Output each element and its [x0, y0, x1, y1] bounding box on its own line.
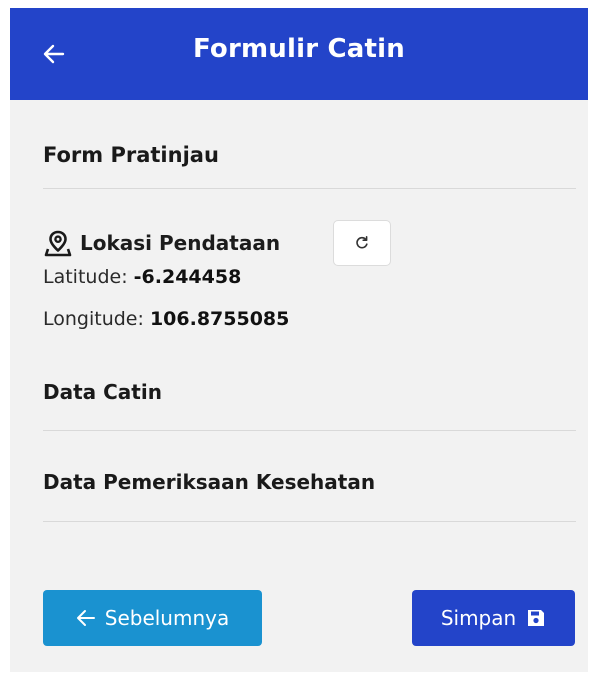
- save-icon: [526, 608, 546, 628]
- longitude-label: Longitude:: [43, 308, 144, 330]
- latitude-value: -6.244458: [133, 266, 242, 288]
- section-data-pemeriksaan[interactable]: Data Pemeriksaan Kesehatan: [43, 470, 375, 494]
- divider: [43, 188, 576, 189]
- previous-button-label: Sebelumnya: [104, 606, 230, 630]
- screen: Formulir Catin Form Pratinjau Lokasi Pen…: [10, 8, 588, 672]
- app-bar: Formulir Catin: [10, 8, 588, 100]
- longitude-value: 106.8755085: [149, 308, 290, 330]
- divider: [43, 521, 576, 522]
- previous-button[interactable]: Sebelumnya: [43, 590, 262, 646]
- save-button[interactable]: Simpan: [412, 590, 575, 646]
- latitude-line: Latitude: -6.244458: [43, 266, 241, 288]
- refresh-icon: [356, 236, 368, 249]
- location-header: Lokasi Pendataan: [43, 228, 280, 258]
- save-button-label: Simpan: [440, 606, 517, 630]
- refresh-location-button[interactable]: [333, 220, 391, 266]
- latitude-label: Latitude:: [43, 266, 128, 288]
- longitude-line: Longitude: 106.8755085: [43, 308, 289, 330]
- location-label: Lokasi Pendataan: [80, 231, 281, 255]
- arrow-left-icon: [76, 609, 96, 627]
- divider: [43, 430, 576, 431]
- form-title: Form Pratinjau: [43, 143, 219, 167]
- section-data-catin[interactable]: Data Catin: [43, 380, 162, 404]
- map-pin-icon: [44, 230, 72, 257]
- page-title: Formulir Catin: [193, 34, 405, 64]
